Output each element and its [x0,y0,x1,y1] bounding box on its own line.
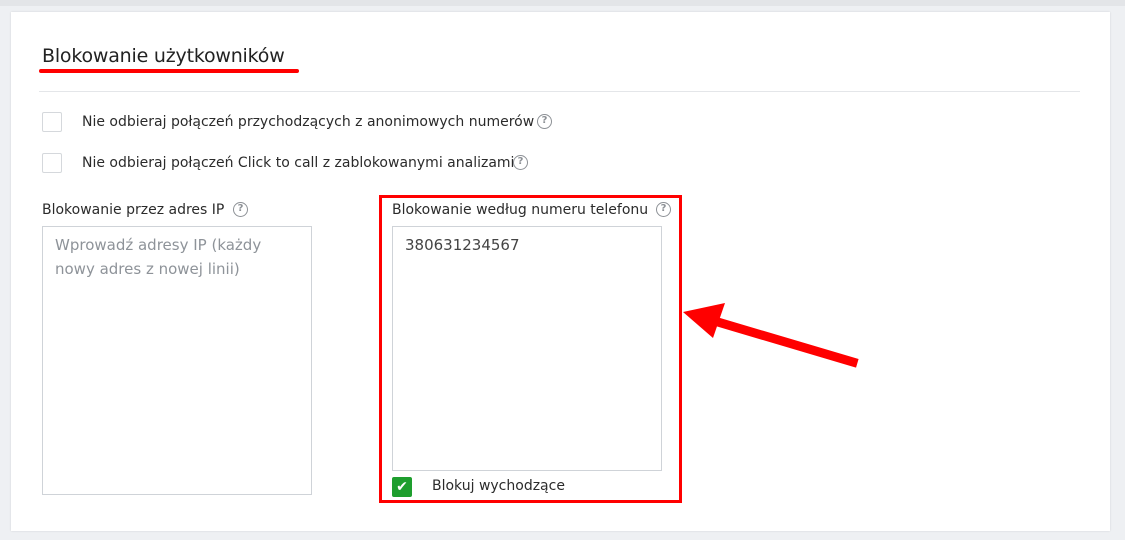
section-divider [39,91,1080,92]
blocking-settings-card: Blokowanie użytkowników Nie odbieraj poł… [11,12,1110,531]
top-bar [0,0,1125,6]
ip-block-textarea[interactable] [42,226,312,495]
phone-block-label: Blokowanie według numeru telefonu [392,202,649,218]
ip-block-label: Blokowanie przez adres IP [42,202,225,218]
anonymous-calls-checkbox[interactable] [42,112,62,132]
question-circle-icon[interactable]: ? [537,114,552,129]
question-circle-icon[interactable]: ? [656,202,671,217]
section-title: Blokowanie użytkowników [42,45,285,67]
question-circle-icon[interactable]: ? [233,202,248,217]
click-to-call-label: Nie odbieraj połączeń Click to call z za… [82,155,515,171]
phone-block-textarea[interactable] [392,226,662,471]
anonymous-calls-label: Nie odbieraj połączeń przychodzących z a… [82,114,535,130]
question-circle-icon[interactable]: ? [513,155,528,170]
block-outgoing-label: Blokuj wychodzące [432,478,565,494]
block-outgoing-checkbox[interactable]: ✔ [392,477,412,497]
red-arrow-annotation [683,303,859,368]
title-underline-annotation [39,69,299,73]
click-to-call-checkbox[interactable] [42,153,62,173]
